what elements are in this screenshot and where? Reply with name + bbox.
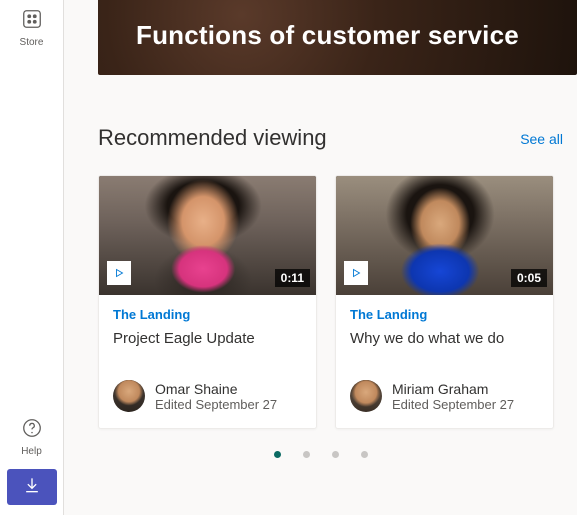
- carousel-dot[interactable]: [303, 451, 310, 458]
- play-icon: [107, 261, 131, 285]
- avatar: [113, 380, 145, 412]
- left-rail: Store Help: [0, 0, 64, 515]
- help-label: Help: [21, 446, 42, 457]
- video-thumbnail: 0:11: [99, 176, 316, 295]
- video-edited: Edited September 27: [392, 397, 514, 412]
- avatar: [350, 380, 382, 412]
- carousel-dot[interactable]: [361, 451, 368, 458]
- carousel-dots: [64, 451, 577, 458]
- help-rail-item[interactable]: Help: [17, 413, 47, 461]
- hero-title: Functions of customer service: [136, 20, 519, 51]
- video-duration: 0:05: [511, 269, 547, 287]
- video-edited: Edited September 27: [155, 397, 277, 412]
- recommended-cards: 0:11 The Landing Project Eagle Update Om…: [98, 175, 577, 429]
- download-icon: [22, 475, 42, 500]
- carousel-dot[interactable]: [274, 451, 281, 458]
- video-site-link[interactable]: The Landing: [113, 307, 302, 322]
- video-title: Why we do what we do: [350, 330, 539, 368]
- hero-banner[interactable]: Functions of customer service: [98, 0, 577, 75]
- play-icon: [344, 261, 368, 285]
- video-card[interactable]: 0:11 The Landing Project Eagle Update Om…: [98, 175, 317, 429]
- video-card[interactable]: 0:05 The Landing Why we do what we do Mi…: [335, 175, 554, 429]
- help-icon: [21, 417, 43, 444]
- recommended-heading: Recommended viewing: [98, 125, 327, 151]
- video-author: Miriam Graham: [392, 381, 514, 397]
- recommended-section: Recommended viewing See all 0:11 The Lan…: [64, 75, 577, 458]
- carousel-dot[interactable]: [332, 451, 339, 458]
- video-site-link[interactable]: The Landing: [350, 307, 539, 322]
- see-all-link[interactable]: See all: [520, 131, 563, 147]
- video-thumbnail: 0:05: [336, 176, 553, 295]
- video-title: Project Eagle Update: [113, 330, 302, 368]
- video-duration: 0:11: [275, 269, 310, 287]
- video-author: Omar Shaine: [155, 381, 277, 397]
- store-label: Store: [20, 37, 44, 48]
- download-button[interactable]: [7, 469, 57, 505]
- store-icon: [21, 8, 43, 35]
- store-rail-item[interactable]: Store: [16, 4, 48, 52]
- main-content: Functions of customer service Recommende…: [64, 0, 577, 515]
